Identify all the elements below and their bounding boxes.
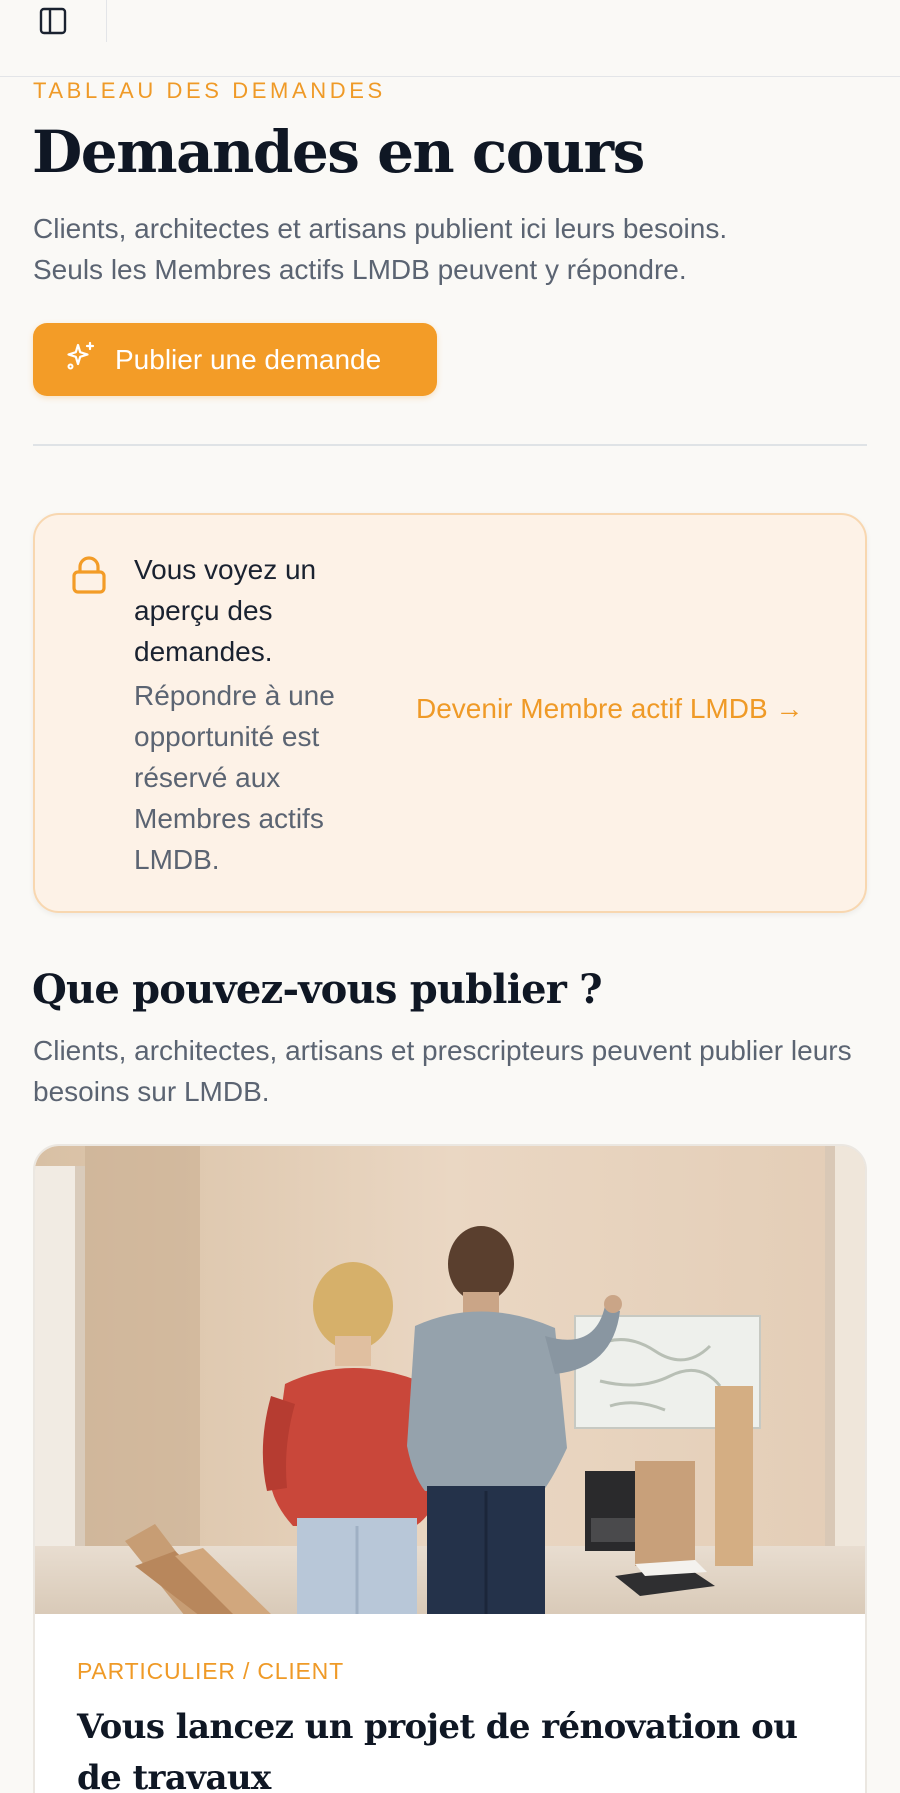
couple-renovation-photo <box>35 1146 865 1616</box>
card-tag: PARTICULIER / CLIENT <box>77 1658 344 1684</box>
preview-notice: Vous voyez un aperçu des demandes. Répon… <box>33 513 867 913</box>
audience-card[interactable]: PARTICULIER / CLIENT Vous lancez un proj… <box>33 1144 867 1793</box>
section-divider <box>33 444 867 446</box>
publish-request-label: Publier une demande <box>115 343 382 375</box>
publish-section-title: Que pouvez-vous publier ? <box>32 966 603 1013</box>
lead-line-2: Seuls les Membres actifs LMDB peuvent y … <box>33 254 687 285</box>
card-title: Vous lancez un projet de rénovation ou d… <box>77 1707 798 1793</box>
notice-title: Vous voyez un aperçu des demandes. <box>134 554 317 667</box>
become-member-link[interactable]: Devenir Membre actif LMDB → <box>416 693 803 725</box>
sparkles-icon <box>65 340 97 379</box>
page-lead: Clients, architectes et artisans publien… <box>33 208 873 290</box>
publish-request-button[interactable]: Publier une demande <box>33 323 437 396</box>
lock-icon <box>71 555 107 595</box>
publish-section-subtitle: Clients, architectes, artisans et prescr… <box>33 1035 852 1107</box>
lead-line-1: Clients, architectes et artisans publien… <box>33 213 728 244</box>
top-bar <box>0 0 900 77</box>
topbar-divider <box>106 0 107 42</box>
page-title: Demandes en cours <box>32 118 645 186</box>
notice-text: Répondre à une opportunité est réservé a… <box>134 680 335 875</box>
sidebar-toggle-icon[interactable] <box>38 6 68 36</box>
page-eyebrow: TABLEAU DES DEMANDES <box>33 78 386 103</box>
